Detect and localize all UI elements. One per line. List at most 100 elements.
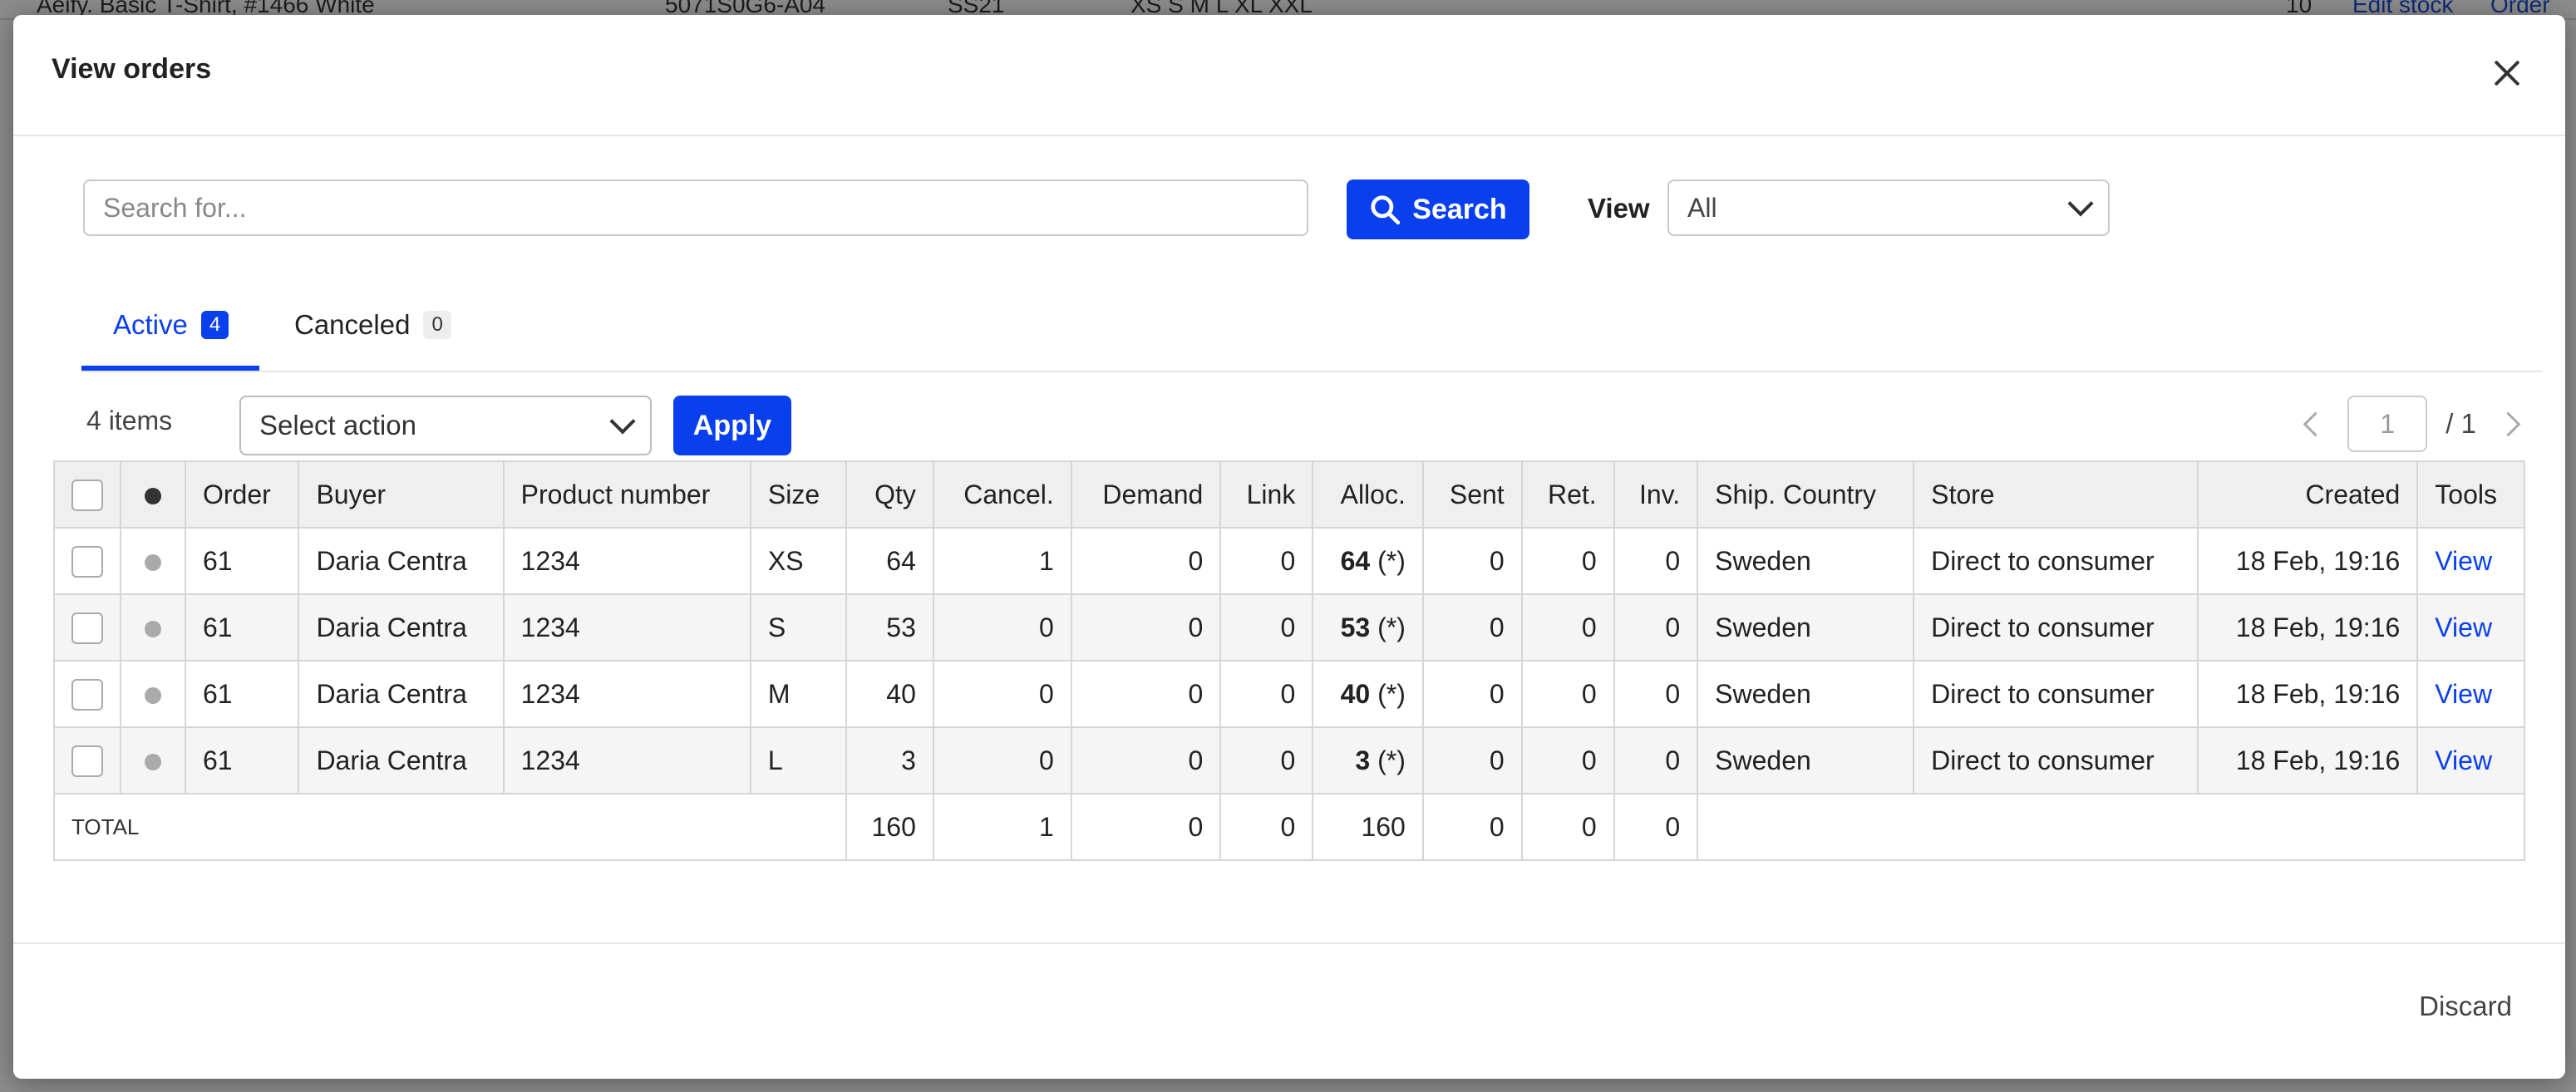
cell-ret: 0 (1520, 660, 1615, 728)
cell-link: 0 (1219, 726, 1314, 794)
header-store[interactable]: Store (1913, 460, 2199, 529)
status-dot-icon (145, 621, 161, 638)
row-status-cell (120, 660, 186, 728)
table-row: 61 Daria Centra 1234 XS 64 1 0 0 64 (*) 0 0 0 Sweden… (53, 527, 2525, 595)
cell-inv: 0 (1613, 726, 1699, 794)
cell-store: Direct to consumer (1913, 660, 2199, 728)
cell-cancel: 1 (932, 527, 1072, 595)
header-inv[interactable]: Inv. (1613, 460, 1699, 529)
apply-button[interactable]: Apply (673, 396, 791, 455)
alloc-value: 53 (1340, 612, 1371, 642)
row-checkbox-cell (53, 660, 121, 728)
view-order-link[interactable]: View (2435, 546, 2492, 576)
chevron-left-icon[interactable] (2303, 411, 2328, 436)
active-tab-indicator (81, 366, 259, 371)
header-order[interactable]: Order (184, 460, 300, 529)
row-checkbox[interactable] (71, 545, 103, 578)
cell-ship-country: Sweden (1697, 527, 1915, 595)
row-checkbox-cell (53, 593, 121, 662)
row-status-cell (120, 527, 186, 595)
cell-created: 18 Feb, 19:16 (2197, 527, 2419, 595)
cell-alloc: 53 (*) (1312, 593, 1424, 662)
close-icon[interactable] (2492, 58, 2522, 88)
view-select[interactable]: All (1667, 180, 2110, 236)
header-cancel[interactable]: Cancel. (932, 460, 1072, 529)
cell-inv: 0 (1613, 527, 1699, 595)
alloc-suffix: (*) (1370, 612, 1406, 642)
header-sent[interactable]: Sent (1421, 460, 1523, 529)
cell-cancel: 0 (932, 593, 1072, 662)
header-buyer[interactable]: Buyer (298, 460, 505, 529)
tab-canceled[interactable]: Canceled 0 (294, 309, 451, 341)
header-created[interactable]: Created (2197, 460, 2419, 529)
view-order-link[interactable]: View (2435, 745, 2492, 775)
select-all-checkbox[interactable] (71, 479, 103, 511)
view-order-link[interactable]: View (2435, 679, 2492, 709)
cell-link: 0 (1219, 527, 1314, 595)
cell-ret: 0 (1520, 726, 1615, 794)
row-checkbox[interactable] (71, 745, 103, 777)
header-alloc[interactable]: Alloc. (1312, 460, 1424, 529)
chevron-down-icon (609, 408, 636, 435)
modal-header: View orders (13, 15, 2565, 136)
row-checkbox[interactable] (71, 678, 103, 711)
bulk-action-select[interactable]: Select action (239, 396, 652, 455)
cell-inv: 0 (1613, 593, 1699, 662)
cell-size: M (749, 660, 847, 728)
cell-created: 18 Feb, 19:16 (2197, 660, 2419, 728)
cell-size: L (749, 726, 847, 794)
total-row: TOTAL 160 1 0 0 160 0 0 0 (53, 793, 2525, 861)
cell-buyer: Daria Centra (298, 593, 505, 662)
total-sent: 0 (1421, 793, 1523, 861)
cell-ship-country: Sweden (1697, 726, 1915, 794)
cell-link: 0 (1219, 660, 1314, 728)
header-qty[interactable]: Qty (845, 460, 934, 529)
header-ret[interactable]: Ret. (1520, 460, 1615, 529)
cell-qty: 40 (845, 660, 934, 728)
view-orders-modal: View orders Search View All Active 4 Can… (13, 15, 2565, 1079)
tab-active[interactable]: Active 4 (113, 309, 229, 341)
status-dot-icon (145, 754, 161, 771)
chevron-right-icon[interactable] (2495, 411, 2521, 436)
cell-product-number: 1234 (502, 593, 751, 662)
search-bar: Search View All (83, 180, 2128, 239)
cell-created: 18 Feb, 19:16 (2197, 726, 2419, 794)
cell-demand: 0 (1070, 660, 1222, 728)
header-ship-country[interactable]: Ship. Country (1697, 460, 1915, 529)
cell-tools: View (2416, 593, 2525, 662)
search-button[interactable]: Search (1347, 180, 1529, 239)
page-total: / 1 (2445, 408, 2476, 439)
alloc-suffix: (*) (1370, 678, 1406, 709)
table-header-row: Order Buyer Product number Size Qty Canc… (53, 460, 2525, 529)
header-demand[interactable]: Demand (1070, 460, 1222, 529)
modal-title: View orders (52, 53, 212, 85)
alloc-value: 40 (1340, 678, 1371, 709)
order-tabs: Active 4 Canceled 0 (81, 298, 2542, 372)
header-link[interactable]: Link (1219, 460, 1314, 529)
cell-created: 18 Feb, 19:16 (2197, 593, 2419, 662)
total-demand: 0 (1070, 793, 1222, 861)
cell-qty: 3 (845, 726, 934, 794)
cell-alloc: 3 (*) (1312, 726, 1424, 794)
row-checkbox[interactable] (71, 612, 103, 644)
bulk-action-select-value: Select action (259, 410, 416, 440)
cell-qty: 53 (845, 593, 934, 662)
cell-sent: 0 (1421, 660, 1523, 728)
view-order-link[interactable]: View (2435, 612, 2492, 642)
cell-buyer: Daria Centra (298, 660, 505, 728)
header-select-all (53, 460, 121, 529)
cell-ret: 0 (1520, 527, 1615, 595)
cell-tools: View (2416, 726, 2525, 794)
discard-button[interactable]: Discard (2419, 991, 2512, 1022)
cell-size: S (749, 593, 847, 662)
total-label: TOTAL (53, 793, 847, 861)
header-product-number[interactable]: Product number (502, 460, 751, 529)
header-size[interactable]: Size (749, 460, 847, 529)
alloc-value: 64 (1340, 545, 1371, 576)
page-number-input[interactable] (2347, 396, 2428, 452)
cell-sent: 0 (1421, 593, 1523, 662)
orders-table: Order Buyer Product number Size Qty Canc… (53, 460, 2525, 861)
search-input[interactable] (83, 180, 1308, 236)
table-row: 61 Daria Centra 1234 S 53 0 0 0 53 (*) 0 0 0 Sweden D… (53, 593, 2525, 662)
cell-demand: 0 (1070, 726, 1222, 794)
